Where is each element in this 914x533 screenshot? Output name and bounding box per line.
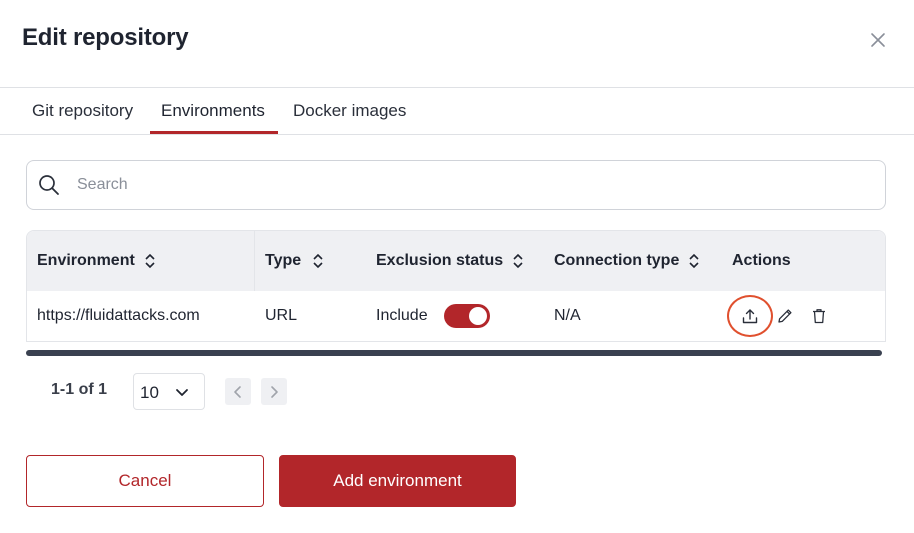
sort-icon[interactable] — [513, 253, 523, 269]
cancel-button[interactable]: Cancel — [26, 455, 264, 507]
trash-icon[interactable] — [809, 291, 829, 341]
cell-environment: https://fluidattacks.com — [37, 307, 200, 324]
cell-exclusion-status: Include — [376, 291, 490, 341]
sort-icon[interactable] — [689, 253, 699, 269]
pagination-count: 1-1 of 1 — [51, 381, 108, 398]
tab-docker-images[interactable]: Docker images — [293, 101, 406, 121]
add-environment-button[interactable]: Add environment — [279, 455, 516, 507]
column-header-connection-type[interactable]: Connection type — [554, 231, 699, 291]
column-header-type[interactable]: Type — [265, 231, 323, 291]
search-icon — [37, 173, 61, 197]
tab-git-repository[interactable]: Git repository — [32, 101, 133, 121]
exclusion-toggle[interactable] — [443, 304, 490, 328]
column-label: Type — [265, 252, 302, 269]
column-label: Connection type — [554, 252, 680, 269]
edit-repository-dialog: Edit repository Git repository Environme… — [0, 0, 914, 533]
dialog-title: Edit repository — [22, 24, 189, 51]
column-header-exclusion-status[interactable]: Exclusion status — [376, 231, 523, 291]
tab-bar: Git repository Environments Docker image… — [0, 88, 914, 135]
edit-pencil-icon[interactable] — [775, 291, 795, 341]
chevron-right-icon — [271, 385, 278, 398]
search-input[interactable] — [77, 162, 867, 208]
column-header-environment[interactable]: Environment — [37, 231, 155, 291]
cell-type: URL — [265, 307, 298, 324]
previous-page-button[interactable] — [225, 378, 251, 405]
exclusion-status-label: Include — [376, 307, 428, 324]
active-tab-indicator — [150, 131, 278, 134]
close-icon[interactable] — [868, 30, 888, 50]
sort-icon[interactable] — [313, 253, 323, 269]
tab-environments[interactable]: Environments — [161, 101, 265, 121]
column-header-actions: Actions — [732, 231, 791, 291]
page-size-select[interactable]: 10 — [133, 373, 205, 410]
sort-icon[interactable] — [145, 253, 155, 269]
chevron-left-icon — [234, 385, 241, 398]
dialog-header: Edit repository — [0, 0, 914, 88]
column-label: Actions — [732, 252, 791, 269]
environments-table: Environment Type Exclusion status Connec… — [26, 230, 886, 342]
upload-icon[interactable] — [739, 291, 761, 341]
table-header: Environment Type Exclusion status Connec… — [27, 231, 885, 291]
next-page-button[interactable] — [261, 378, 287, 405]
horizontal-scrollbar[interactable] — [26, 350, 882, 356]
chevron-down-icon — [176, 389, 188, 396]
cell-connection-type: N/A — [554, 307, 581, 324]
column-label: Environment — [37, 252, 135, 269]
search-box — [26, 160, 886, 210]
table-row: https://fluidattacks.com URL Include N/A — [27, 291, 885, 341]
toggle-knob — [468, 307, 487, 325]
page-size-value: 10 — [140, 383, 159, 402]
column-label: Exclusion status — [376, 252, 504, 269]
